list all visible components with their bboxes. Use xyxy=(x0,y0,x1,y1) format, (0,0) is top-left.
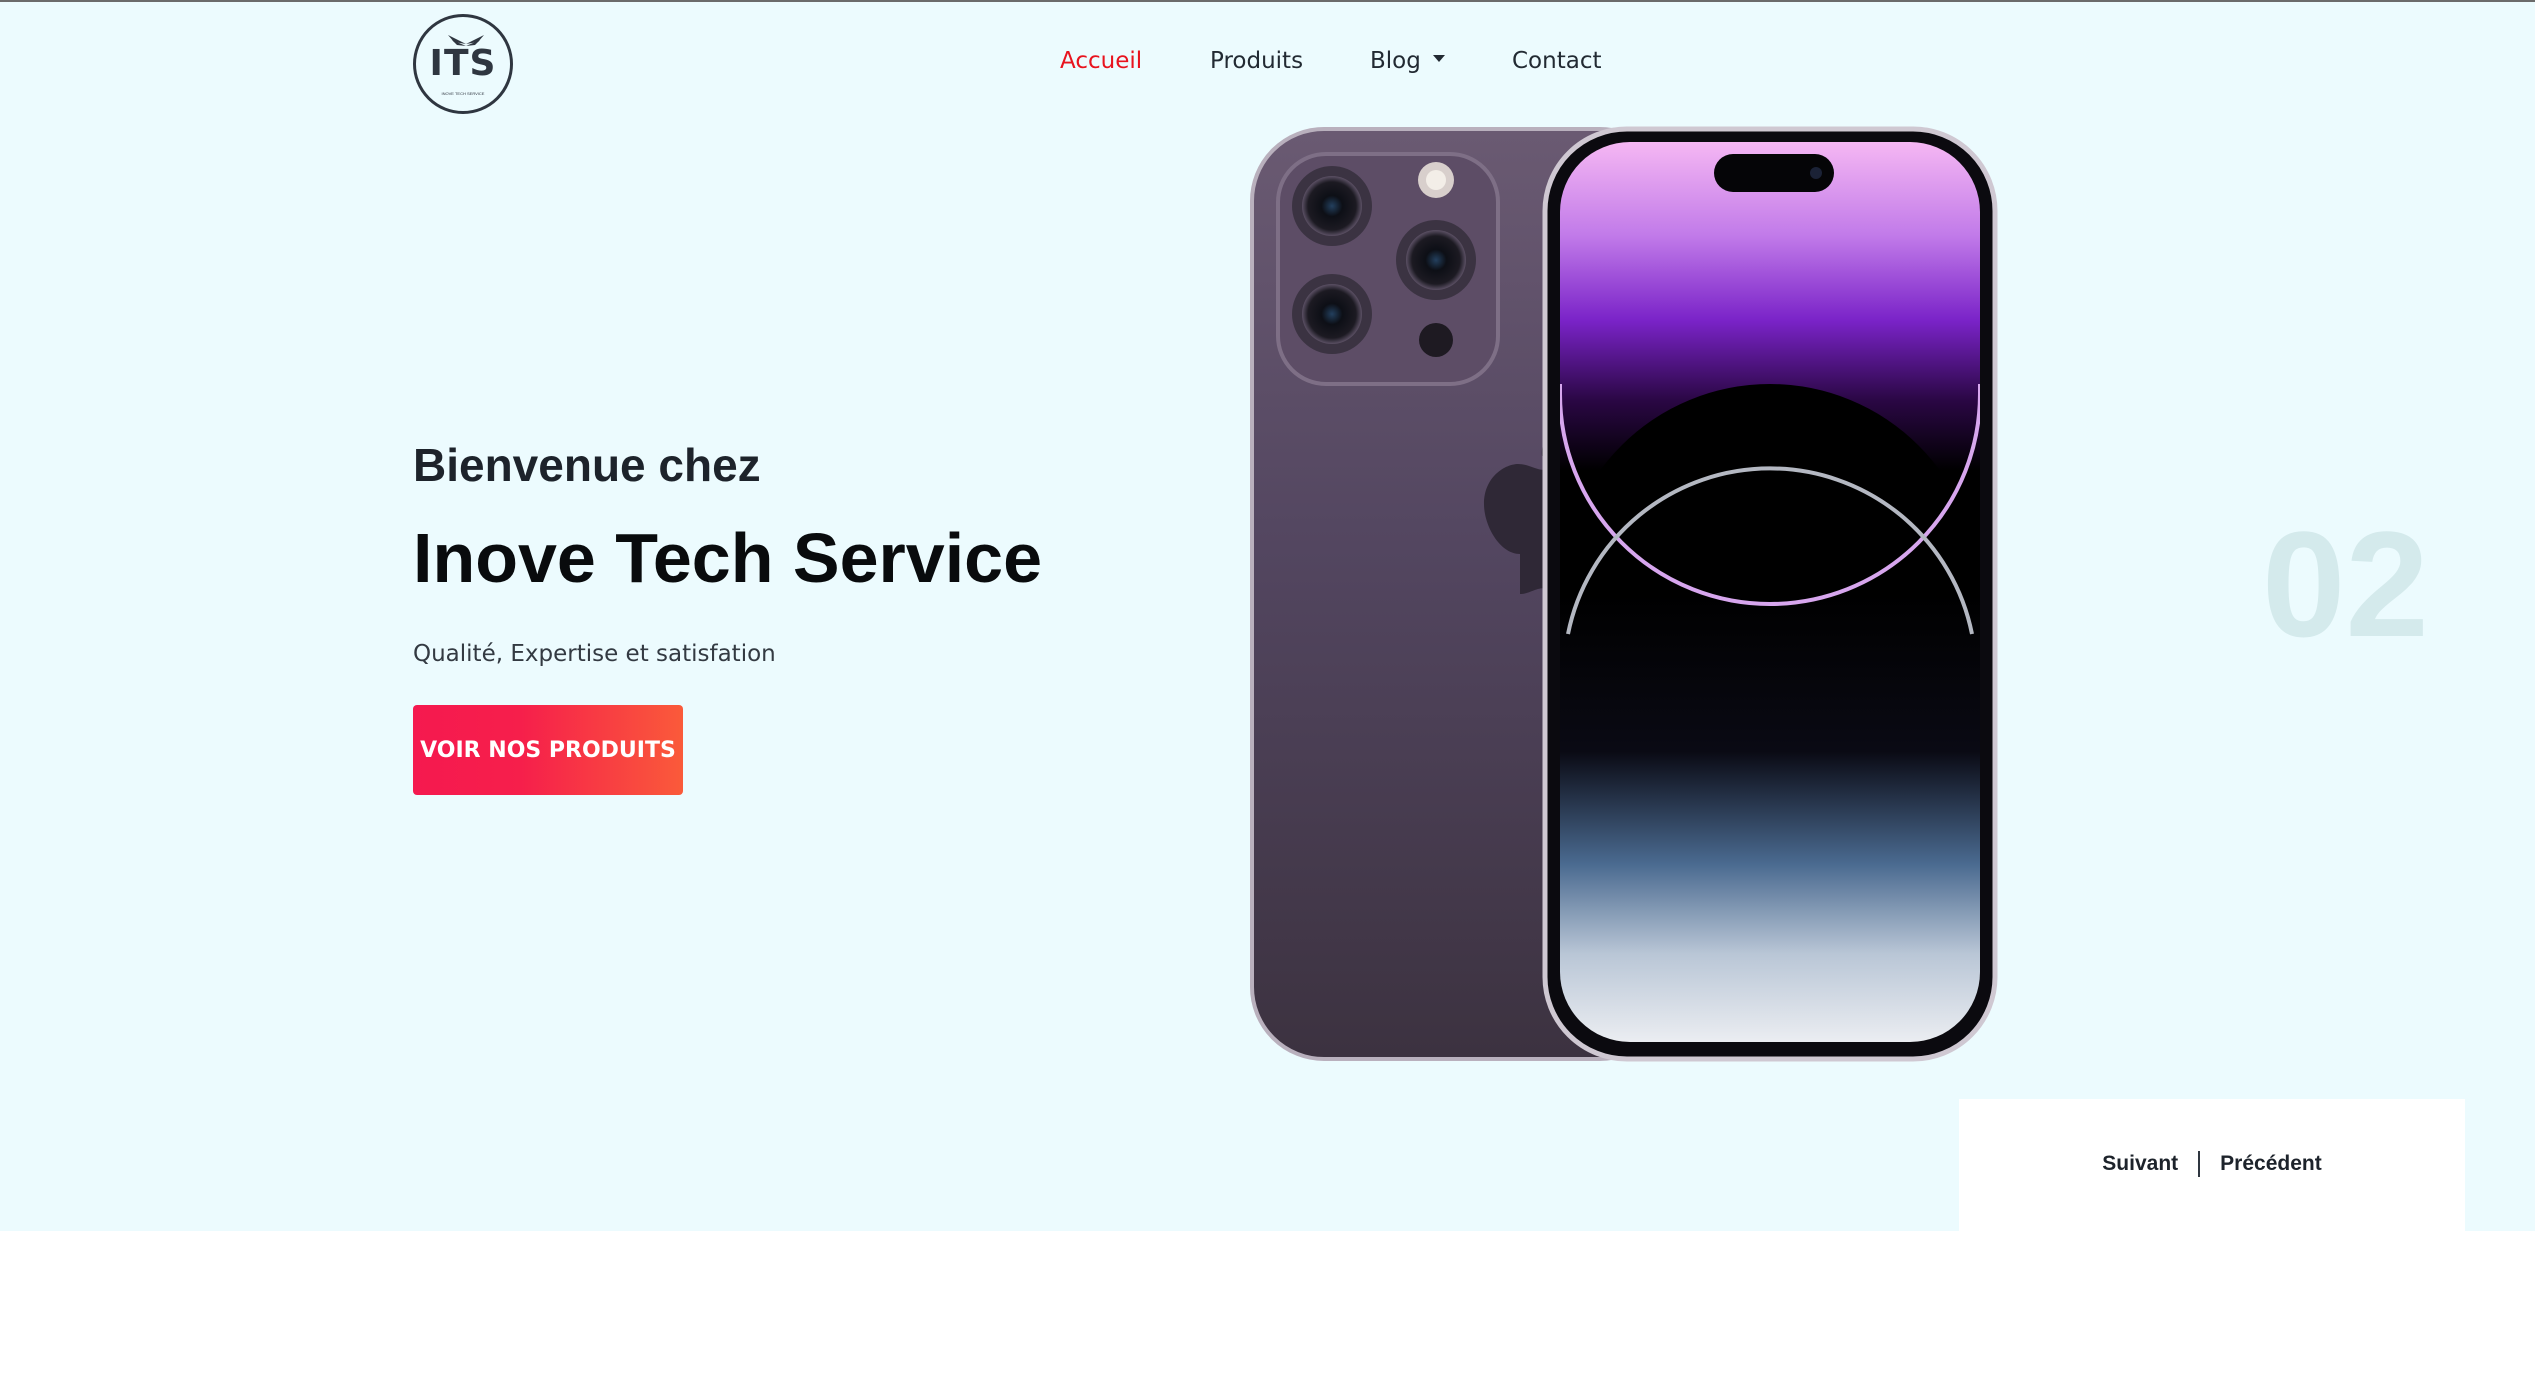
slider-controls-inner: Suivant Précédent xyxy=(1959,1151,2465,1177)
chevron-down-icon xyxy=(1432,55,1445,62)
nav-item-accueil[interactable]: Accueil xyxy=(1060,48,1142,74)
nav-item-produits[interactable]: Produits xyxy=(1210,48,1303,74)
nav-item-blog[interactable]: Blog xyxy=(1370,48,1445,74)
previous-button[interactable]: Précédent xyxy=(2220,1152,2322,1176)
view-products-button[interactable]: VOIR NOS PRODUITS xyxy=(413,705,683,795)
next-button[interactable]: Suivant xyxy=(2102,1152,2178,1176)
slide-number: 02 xyxy=(2262,500,2429,668)
nav-item-blog-label: Blog xyxy=(1370,48,1421,74)
phone-product-image[interactable] xyxy=(1250,124,2000,1064)
main-nav: Accueil Produits Blog Contact xyxy=(0,48,2535,78)
hero-welcome: Bienvenue chez xyxy=(413,439,761,491)
logo-subtext: INOVE TECH SERVICE xyxy=(441,91,485,96)
hero-title: Inove Tech Service xyxy=(413,519,1043,597)
nav-item-contact[interactable]: Contact xyxy=(1512,48,1601,74)
slider-controls: Suivant Précédent xyxy=(1959,1099,2465,1231)
hero-section: ITS INOVE TECH SERVICE Accueil Produits … xyxy=(0,2,2535,1231)
slider-separator xyxy=(2198,1151,2201,1177)
hero-tagline: Qualité, Expertise et satisfation xyxy=(413,641,776,667)
